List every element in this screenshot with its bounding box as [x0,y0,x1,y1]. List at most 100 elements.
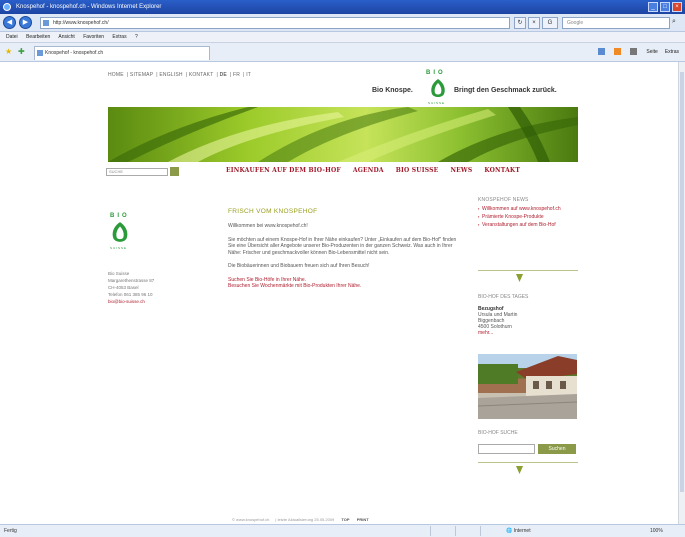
address-org: Bio Suisse [108,271,130,276]
tools-menu-button[interactable]: Extras [665,47,679,58]
status-separator [455,526,456,536]
footer-print-link[interactable]: PRINT [357,517,369,522]
address-bar: ◀ ▶ http://www.knospehof.ch/ ↻ × G Googl… [0,14,685,32]
topnav-lang-it[interactable]: IT [246,72,251,78]
vertical-scrollbar[interactable] [678,62,685,524]
page-menu-button[interactable]: Seite [646,47,657,58]
topnav-kontakt[interactable]: KONTAKT [189,72,214,78]
header-banner-image [108,107,578,162]
farm-search-box: BIO-HOF SUCHE Suchen [478,430,578,454]
status-bar: Fertig 🌐 Internet 100% [0,524,685,537]
page-icon [43,20,49,26]
forward-icon[interactable]: ▶ [19,16,32,29]
search-go-icon[interactable]: ⌕ [672,18,681,28]
security-zone: 🌐 Internet [506,528,531,534]
main-content: FRISCH VOM KNOSPEHOF Willkommen bei www.… [228,208,464,297]
nav-agenda[interactable]: AGENDA [353,167,384,174]
farmhouse-image [478,354,577,419]
topnav-lang-de[interactable]: DE [220,72,227,78]
slogan-right: Bringt den Geschmack zurück. [454,87,557,94]
farm-search-button[interactable]: Suchen [538,444,576,454]
command-bar: Seite Extras [598,47,679,58]
news-item[interactable]: Prämierte Knospe-Produkte [478,214,578,220]
site-search-input[interactable]: SUCHE [106,168,168,176]
left-logo-text: BIO [110,213,130,219]
search-input[interactable]: Google [562,17,670,29]
url-text: http://www.knospehof.ch/ [53,20,109,26]
header-logo[interactable]: Bio Knospe. BIO SUISSE Bringt den Geschm… [370,70,580,106]
add-favorites-icon[interactable]: ✚ [18,47,25,56]
back-icon[interactable]: ◀ [3,16,16,29]
farm-of-the-day: BIO-HOF DES TAGES Bezugshof Ursula und M… [478,294,578,336]
tab-bar: ★ ✚ Knospehof - knospehof.ch Seite Extra… [0,43,685,62]
topnav-lang-fr[interactable]: FR [233,72,240,78]
page-icon [37,50,43,56]
welcome-text: Willkommen bei www.knospehof.ch! [228,223,308,229]
home-button[interactable] [598,47,607,58]
menu-item-datei[interactable]: Datei [6,34,18,40]
nav-bio-suisse[interactable]: BIO SUISSE [396,167,439,174]
intro-paragraph: Sie möchten auf einem Knospe-Hof in Ihre… [228,236,457,256]
status-text: Fertig [4,528,17,534]
menu-item-help[interactable]: ? [135,34,138,40]
browser-icon [3,3,11,11]
left-knospe-bud-icon [112,222,128,242]
news-box: KNOSPEHOF NEWS Willkommen auf www.knospe… [478,197,578,230]
markets-link[interactable]: Besuchen Sie Wochenmärkte mit Bio-Produk… [228,283,464,290]
menu-item-bearbeiten[interactable]: Bearbeiten [26,34,50,40]
footer-copyright: © www.knospehof.ch [232,517,270,522]
farm-photo[interactable] [478,354,577,419]
close-icon[interactable]: × [672,2,682,12]
news-title: KNOSPEHOF NEWS [478,197,529,203]
minimize-icon[interactable]: _ [648,2,658,12]
menu-bar: Datei Bearbeiten Ansicht Favoriten Extra… [0,32,685,43]
url-input[interactable]: http://www.knospehof.ch/ [40,17,510,29]
maximize-icon[interactable]: □ [660,2,670,12]
search-provider-icon[interactable]: G [542,17,558,29]
tab-knospehof[interactable]: Knospehof - knospehof.ch [34,46,210,60]
menu-item-favoriten[interactable]: Favoriten [83,34,104,40]
farm-search-input[interactable] [478,444,535,454]
address-email[interactable]: bio@bio-suisse.ch [108,298,194,305]
page-footer: © www.knospehof.ch | letzte Aktualisierun… [232,517,369,522]
topnav-english[interactable]: ENGLISH [159,72,182,78]
status-separator [480,526,481,536]
nav-news[interactable]: NEWS [450,167,472,174]
address-phone: Telefon 061 385 96 10 [108,292,153,297]
window-title: Knospehof - knospehof.ch - Windows Inter… [16,4,162,10]
topnav-home[interactable]: HOME [108,72,124,78]
footer-top-link[interactable]: TOP [341,517,349,522]
hof-more-link[interactable]: mehr... [478,330,578,336]
divider [478,462,578,463]
main-navigation: EINKAUFEN AUF DEM BIO-HOF AGENDA BIO SUI… [226,167,520,174]
window-controls: _ □ × [648,2,682,12]
farm-search-title: BIO-HOF SUCHE [478,430,518,436]
bio-logo-sub: SUISSE [428,101,446,105]
nav-kontakt[interactable]: KONTAKT [484,167,520,174]
slogan-left: Bio Knospe. [372,87,413,94]
knospe-bud-icon [431,79,445,97]
visit-paragraph: Die Biobäuerinnen und Biobauern freuen s… [228,263,370,269]
bio-suisse-logo[interactable]: BIO SUISSE [108,213,138,253]
menu-item-ansicht[interactable]: Ansicht [58,34,74,40]
bio-logo-text: BIO [426,70,446,76]
news-item[interactable]: Willkommen auf www.knospehof.ch [478,206,578,212]
menu-item-extras[interactable]: Extras [112,34,126,40]
site-search-button[interactable] [170,167,179,176]
favorites-star-icon[interactable]: ★ [5,47,12,56]
scroll-thumb[interactable] [680,72,684,492]
left-logo-sub: SUISSE [110,246,128,250]
tab-title: Knospehof - knospehof.ch [45,50,104,56]
nav-einkaufen[interactable]: EINKAUFEN AUF DEM BIO-HOF [226,167,341,174]
stop-icon[interactable]: × [528,17,540,29]
feeds-button[interactable] [614,47,623,58]
page-title: FRISCH VOM KNOSPEHOF [228,208,318,215]
grass-image [108,107,578,162]
zone-label: Internet [513,528,531,534]
news-item[interactable]: Veranstaltungen auf dem Bio-Hof [478,222,578,228]
zoom-level[interactable]: 100% [650,525,663,537]
divider [478,270,578,271]
refresh-icon[interactable]: ↻ [514,17,526,29]
print-button[interactable] [630,47,639,58]
topnav-sitemap[interactable]: SITEMAP [130,72,153,78]
